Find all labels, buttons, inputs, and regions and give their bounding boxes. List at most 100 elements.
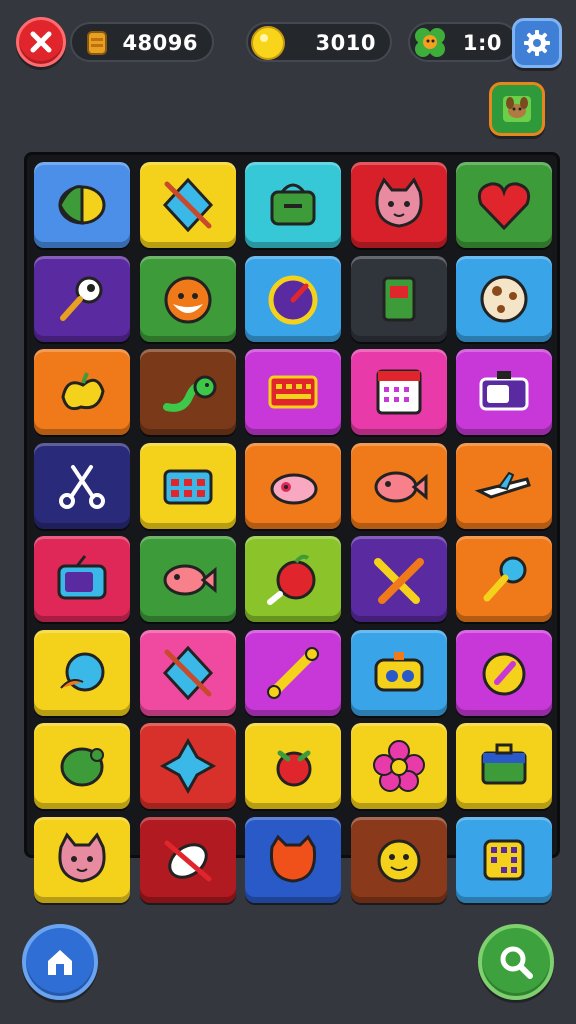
gear-icon <box>524 30 550 56</box>
tile[interactable] <box>245 349 341 435</box>
tile[interactable] <box>34 162 130 248</box>
tile[interactable] <box>350 349 447 435</box>
berry-icon <box>276 750 312 787</box>
tile[interactable] <box>139 723 236 809</box>
search-button[interactable] <box>478 924 554 1000</box>
tile[interactable] <box>34 816 130 903</box>
keyboard-icon <box>268 375 318 409</box>
magnifier-icon <box>60 276 103 321</box>
tile[interactable] <box>350 816 447 903</box>
tile-board <box>24 152 560 903</box>
tile[interactable] <box>139 349 236 435</box>
pencils-icon <box>373 558 424 604</box>
tile[interactable] <box>34 442 130 529</box>
tile[interactable] <box>456 536 552 622</box>
fish-icon <box>374 471 427 502</box>
flower-icon <box>372 740 425 792</box>
close-button[interactable] <box>16 17 66 67</box>
bag-icon <box>270 183 316 226</box>
tv-icon <box>57 555 107 600</box>
toolbox-icon <box>163 469 212 504</box>
coins-value: 3010 <box>315 31 376 55</box>
racket-icon <box>483 556 527 602</box>
gauge-icon <box>268 275 318 324</box>
pepper-icon <box>61 372 105 411</box>
tile[interactable] <box>245 816 341 903</box>
tile[interactable] <box>34 536 130 622</box>
coins-counter: 3010 <box>246 22 392 62</box>
briefcase-icon <box>481 743 527 785</box>
gems-value: 48096 <box>122 31 198 55</box>
calendar-icon <box>376 369 421 415</box>
tile[interactable] <box>34 723 130 809</box>
scissors-icon <box>59 464 105 509</box>
settings-button[interactable] <box>512 18 562 68</box>
tile[interactable] <box>350 536 447 622</box>
tile[interactable] <box>456 442 552 529</box>
tile[interactable] <box>34 255 130 342</box>
gems-counter: 48096 <box>70 22 214 62</box>
clover-icon <box>415 28 445 57</box>
camera-icon <box>374 651 423 691</box>
rocket-icon <box>164 840 211 881</box>
home-button[interactable] <box>22 924 98 1000</box>
tile[interactable] <box>456 349 552 435</box>
moves-counter: 1:0 <box>408 22 518 62</box>
gem-jar-icon <box>87 31 107 55</box>
compass-icon <box>482 652 526 695</box>
tile[interactable] <box>350 162 447 248</box>
top-bar: 48096 3010 1:0 <box>0 0 576 90</box>
cookie-icon <box>480 275 528 322</box>
tile[interactable] <box>139 536 236 622</box>
smiley-cat-icon <box>377 839 420 882</box>
tile[interactable] <box>139 816 236 903</box>
tile[interactable] <box>245 629 341 716</box>
search-icon <box>500 946 533 979</box>
globe-icon <box>60 652 105 691</box>
kite-icon <box>162 645 213 700</box>
plane-icon <box>474 471 531 499</box>
dice-icon <box>483 839 525 880</box>
bone-icon <box>267 646 319 699</box>
tile[interactable] <box>245 442 341 529</box>
tile[interactable] <box>456 255 552 342</box>
tile[interactable] <box>350 255 447 342</box>
tile[interactable] <box>350 629 447 716</box>
kite-icon <box>162 177 213 233</box>
tile[interactable] <box>34 629 130 716</box>
orange-cat-icon <box>269 834 317 883</box>
tile[interactable] <box>245 536 341 622</box>
moves-value: 1:0 <box>462 31 502 55</box>
tile[interactable] <box>245 162 341 248</box>
tile[interactable] <box>139 255 236 342</box>
tile[interactable] <box>245 723 341 809</box>
coin-icon <box>251 26 285 60</box>
tile[interactable] <box>139 629 236 716</box>
heart-icon <box>477 182 531 231</box>
cat-face-icon <box>375 177 422 228</box>
home-icon <box>48 950 72 975</box>
tile[interactable] <box>350 723 447 809</box>
tile[interactable] <box>456 723 552 809</box>
cat-face-icon <box>58 831 106 883</box>
apple-icon <box>267 554 316 605</box>
tile[interactable] <box>139 442 236 529</box>
fox-face-icon <box>164 276 211 323</box>
tile[interactable] <box>456 629 552 716</box>
pig-icon <box>270 473 318 504</box>
snake-icon <box>162 375 216 412</box>
star-shape-icon <box>159 737 216 795</box>
tile[interactable] <box>245 255 341 342</box>
card-icon <box>382 276 415 321</box>
tile[interactable] <box>34 349 130 435</box>
close-icon <box>30 31 52 53</box>
radio-icon <box>479 371 529 411</box>
tile[interactable] <box>139 162 236 248</box>
dog-icon <box>503 96 531 122</box>
fish-icon <box>163 564 216 596</box>
tile[interactable] <box>456 816 552 903</box>
tile[interactable] <box>456 162 552 248</box>
lemon-icon <box>58 185 106 225</box>
tile[interactable] <box>350 442 447 529</box>
pet-button[interactable] <box>489 82 545 136</box>
